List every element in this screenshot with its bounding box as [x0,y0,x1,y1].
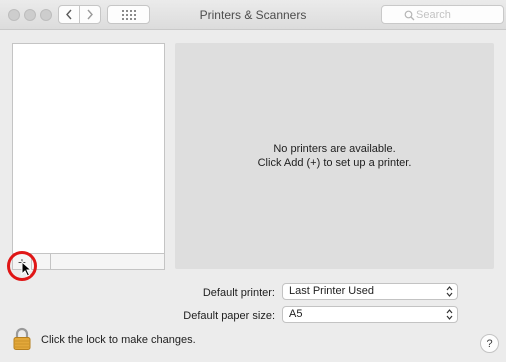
lock-icon[interactable] [12,327,32,351]
no-printers-message: No printers are available. [273,143,396,155]
default-printer-label: Default printer: [202,287,275,299]
updown-chevron-icon [446,285,453,298]
printer-list[interactable] [12,43,165,254]
help-button[interactable]: ? [480,334,499,353]
title-bar: Printers & Scanners Search [0,0,506,30]
default-paper-size-value: A5 [289,308,303,320]
search-placeholder: Search [416,8,451,21]
search-icon [404,10,415,21]
remove-printer-button[interactable] [32,254,51,269]
default-printer-value: Last Printer Used [289,285,374,297]
default-paper-size-label: Default paper size: [183,310,275,322]
updown-chevron-icon [446,308,453,321]
add-printer-hint: Click Add (+) to set up a printer. [257,157,412,169]
printer-detail-pane: No printers are available. Click Add (+)… [175,43,494,269]
lock-message: Click the lock to make changes. [41,334,196,346]
printer-list-toolbar: + [12,254,165,270]
default-paper-size-select[interactable]: A5 [282,306,458,323]
search-field[interactable]: Search [381,5,504,24]
default-printer-select[interactable]: Last Printer Used [282,283,458,300]
mouse-cursor-icon [21,261,32,277]
